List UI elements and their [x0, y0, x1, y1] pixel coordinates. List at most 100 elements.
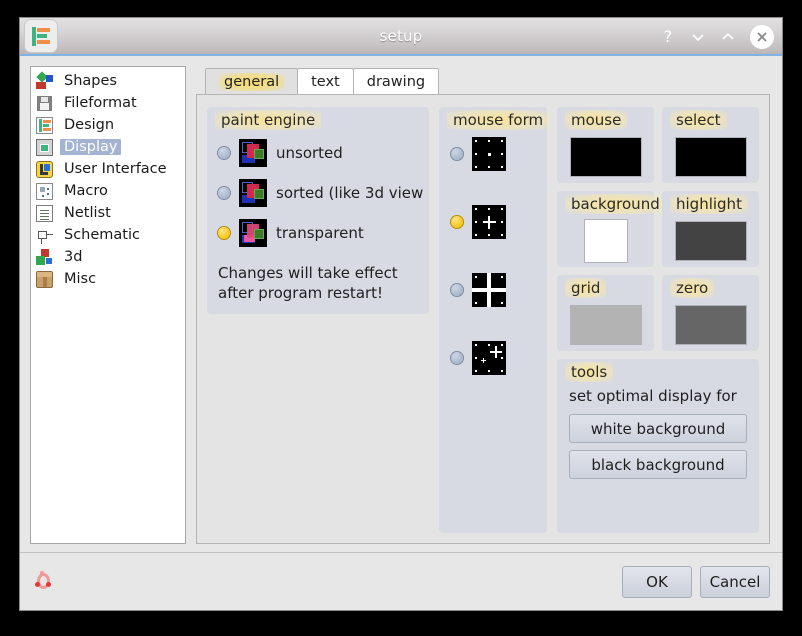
grid-color-swatch[interactable]	[570, 306, 641, 344]
color-row-3: grid zero	[557, 275, 759, 351]
user-interface-icon	[36, 161, 53, 178]
radio-icon[interactable]	[218, 227, 230, 239]
colors-and-tools-column: mouse select background highlight grid z…	[557, 107, 759, 533]
maximize-icon[interactable]	[718, 27, 738, 47]
group-title: mouse form	[447, 110, 550, 130]
paint-engine-group: paint engine unsorted sorted (like 3d vi…	[207, 107, 429, 314]
3d-icon	[36, 248, 53, 266]
mouse-form-option-full-cross[interactable]	[439, 273, 547, 307]
sidebar-item-shapes[interactable]: Shapes	[31, 70, 185, 92]
settings-category-list[interactable]: Shapes Fileformat Design Display User In…	[30, 66, 186, 544]
offset-cross-cursor-icon	[472, 341, 506, 375]
paint-engine-option-transparent[interactable]: transparent	[207, 213, 429, 253]
group-title: tools	[565, 362, 614, 382]
dot-cursor-icon	[472, 137, 506, 171]
option-label: unsorted	[276, 144, 343, 162]
sidebar-item-schematic[interactable]: Schematic	[31, 224, 185, 246]
select-color-swatch[interactable]	[675, 138, 746, 176]
group-title: zero	[670, 278, 715, 298]
sidebar-item-fileformat[interactable]: Fileformat	[31, 92, 185, 114]
radio-icon[interactable]	[451, 352, 463, 364]
shapes-icon	[36, 70, 53, 90]
sidebar-item-display[interactable]: Display	[31, 136, 185, 158]
schematic-icon	[36, 227, 53, 244]
tools-group: tools set optimal display for white back…	[557, 359, 759, 533]
sidebar-item-label: Netlist	[64, 205, 111, 221]
setup-dialog-window: setup ? Shapes Fileformat Design Display…	[20, 18, 782, 610]
tab-label: general	[219, 72, 285, 91]
cancel-button[interactable]: Cancel	[700, 565, 770, 598]
mouse-form-option-dot[interactable]	[439, 137, 547, 171]
black-background-button[interactable]: black background	[569, 450, 747, 479]
full-cross-cursor-icon	[472, 273, 506, 307]
radio-icon[interactable]	[218, 147, 230, 159]
app-logo-icon	[25, 20, 57, 52]
radio-icon[interactable]	[451, 216, 463, 228]
mouse-form-group: mouse form	[439, 107, 550, 533]
macro-icon	[36, 183, 53, 200]
paint-engine-option-unsorted[interactable]: unsorted	[207, 133, 429, 173]
color-group-select[interactable]: select	[662, 107, 759, 183]
paint-engine-option-sorted[interactable]: sorted (like 3d view	[207, 173, 429, 213]
zero-color-swatch[interactable]	[675, 306, 746, 344]
option-label: sorted (like 3d view	[276, 184, 424, 202]
mouse-form-column: mouse form	[439, 107, 550, 533]
sidebar-item-3d[interactable]: 3d	[31, 246, 185, 268]
restart-note: Changes will take effect after program r…	[218, 264, 398, 303]
tab-drawing[interactable]: drawing	[352, 68, 440, 94]
design-icon	[36, 117, 53, 134]
sorted-preview-icon	[239, 179, 267, 207]
color-group-grid[interactable]: grid	[557, 275, 654, 351]
radio-icon[interactable]	[451, 148, 463, 160]
group-title: mouse	[565, 110, 628, 130]
radio-icon[interactable]	[218, 187, 230, 199]
color-group-mouse[interactable]: mouse	[557, 107, 654, 183]
transparent-preview-icon	[239, 219, 267, 247]
dialog-footer: OK Cancel	[20, 552, 782, 610]
unsorted-preview-icon	[239, 139, 267, 167]
lifebuoy-icon	[34, 570, 54, 593]
group-title: grid	[565, 278, 607, 298]
minimize-icon[interactable]	[688, 27, 708, 47]
sidebar-item-label: User Interface	[64, 161, 167, 177]
sidebar-item-misc[interactable]: Misc	[31, 268, 185, 290]
tab-bar: general text drawing	[196, 66, 770, 94]
close-icon[interactable]	[750, 25, 774, 49]
background-color-swatch[interactable]	[584, 220, 627, 262]
dialog-body: Shapes Fileformat Design Display User In…	[20, 56, 782, 544]
color-group-highlight[interactable]: highlight	[662, 191, 759, 267]
fileformat-icon	[36, 95, 53, 112]
color-row-2: background highlight	[557, 191, 759, 267]
mouse-color-swatch[interactable]	[570, 138, 641, 176]
sidebar-item-label: Fileformat	[64, 95, 137, 111]
tools-subtitle: set optimal display for	[569, 387, 737, 405]
sidebar-item-label: Misc	[64, 271, 97, 287]
window-controls: ?	[658, 18, 774, 56]
white-background-button[interactable]: white background	[569, 414, 747, 443]
tab-text[interactable]: text	[297, 68, 354, 94]
sidebar-item-user-interface[interactable]: User Interface	[31, 158, 185, 180]
option-label: transparent	[276, 224, 364, 242]
title-bar: setup ?	[20, 18, 782, 56]
tab-label: drawing	[366, 73, 426, 90]
highlight-color-swatch[interactable]	[675, 222, 746, 260]
paint-engine-column: paint engine unsorted sorted (like 3d vi…	[207, 107, 429, 533]
netlist-icon	[36, 205, 53, 222]
sidebar-item-label: Macro	[64, 183, 108, 199]
ok-button[interactable]: OK	[622, 565, 692, 598]
mouse-form-option-small-cross[interactable]	[439, 205, 547, 239]
tab-general[interactable]: general	[205, 68, 299, 94]
color-group-background[interactable]: background	[557, 191, 666, 267]
help-icon[interactable]: ?	[658, 27, 678, 47]
sidebar-item-netlist[interactable]: Netlist	[31, 202, 185, 224]
display-icon	[36, 139, 53, 156]
sidebar-item-design[interactable]: Design	[31, 114, 185, 136]
group-title: background	[565, 194, 666, 214]
mouse-form-option-offset-cross[interactable]	[439, 341, 547, 375]
sidebar-item-label: Display	[60, 139, 122, 155]
group-title: paint engine	[215, 110, 322, 130]
radio-icon[interactable]	[451, 284, 463, 296]
color-group-zero[interactable]: zero	[662, 275, 759, 351]
sidebar-item-macro[interactable]: Macro	[31, 180, 185, 202]
tab-panel-general: paint engine unsorted sorted (like 3d vi…	[196, 94, 770, 544]
